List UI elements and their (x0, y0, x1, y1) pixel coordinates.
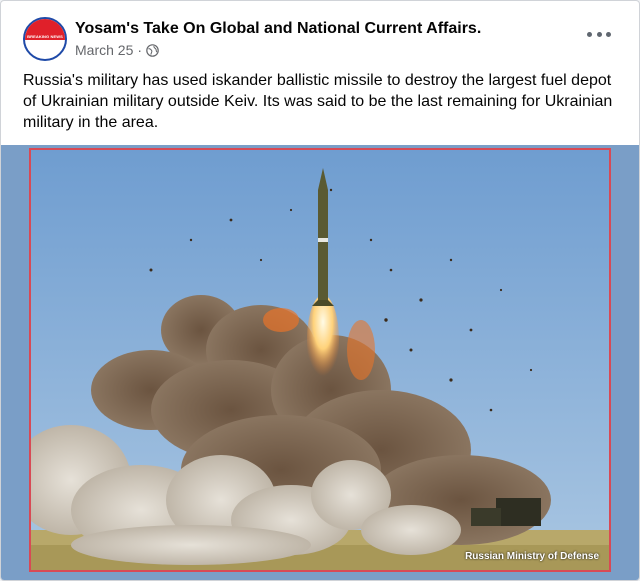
post-date-link[interactable]: March 25 (75, 42, 133, 58)
page-avatar[interactable]: BREAKING NEWS (23, 17, 67, 61)
image-credit: Russian Ministry of Defense (465, 551, 599, 562)
missile-launch-photo: Russian Ministry of Defense (29, 148, 611, 572)
more-options-icon[interactable] (587, 26, 611, 42)
avatar-logo-text: BREAKING NEWS (27, 34, 63, 39)
post-meta: March 25 · (75, 42, 159, 58)
page-name-link[interactable]: Yosam's Take On Global and National Curr… (75, 20, 481, 38)
globe-icon[interactable] (146, 43, 159, 57)
post-image-frame[interactable]: Russian Ministry of Defense (1, 145, 639, 580)
facebook-post: BREAKING NEWS Yosam's Take On Global and… (0, 0, 640, 581)
post-caption: Russia's military has used iskander ball… (23, 72, 613, 131)
meta-separator: · (137, 42, 143, 58)
